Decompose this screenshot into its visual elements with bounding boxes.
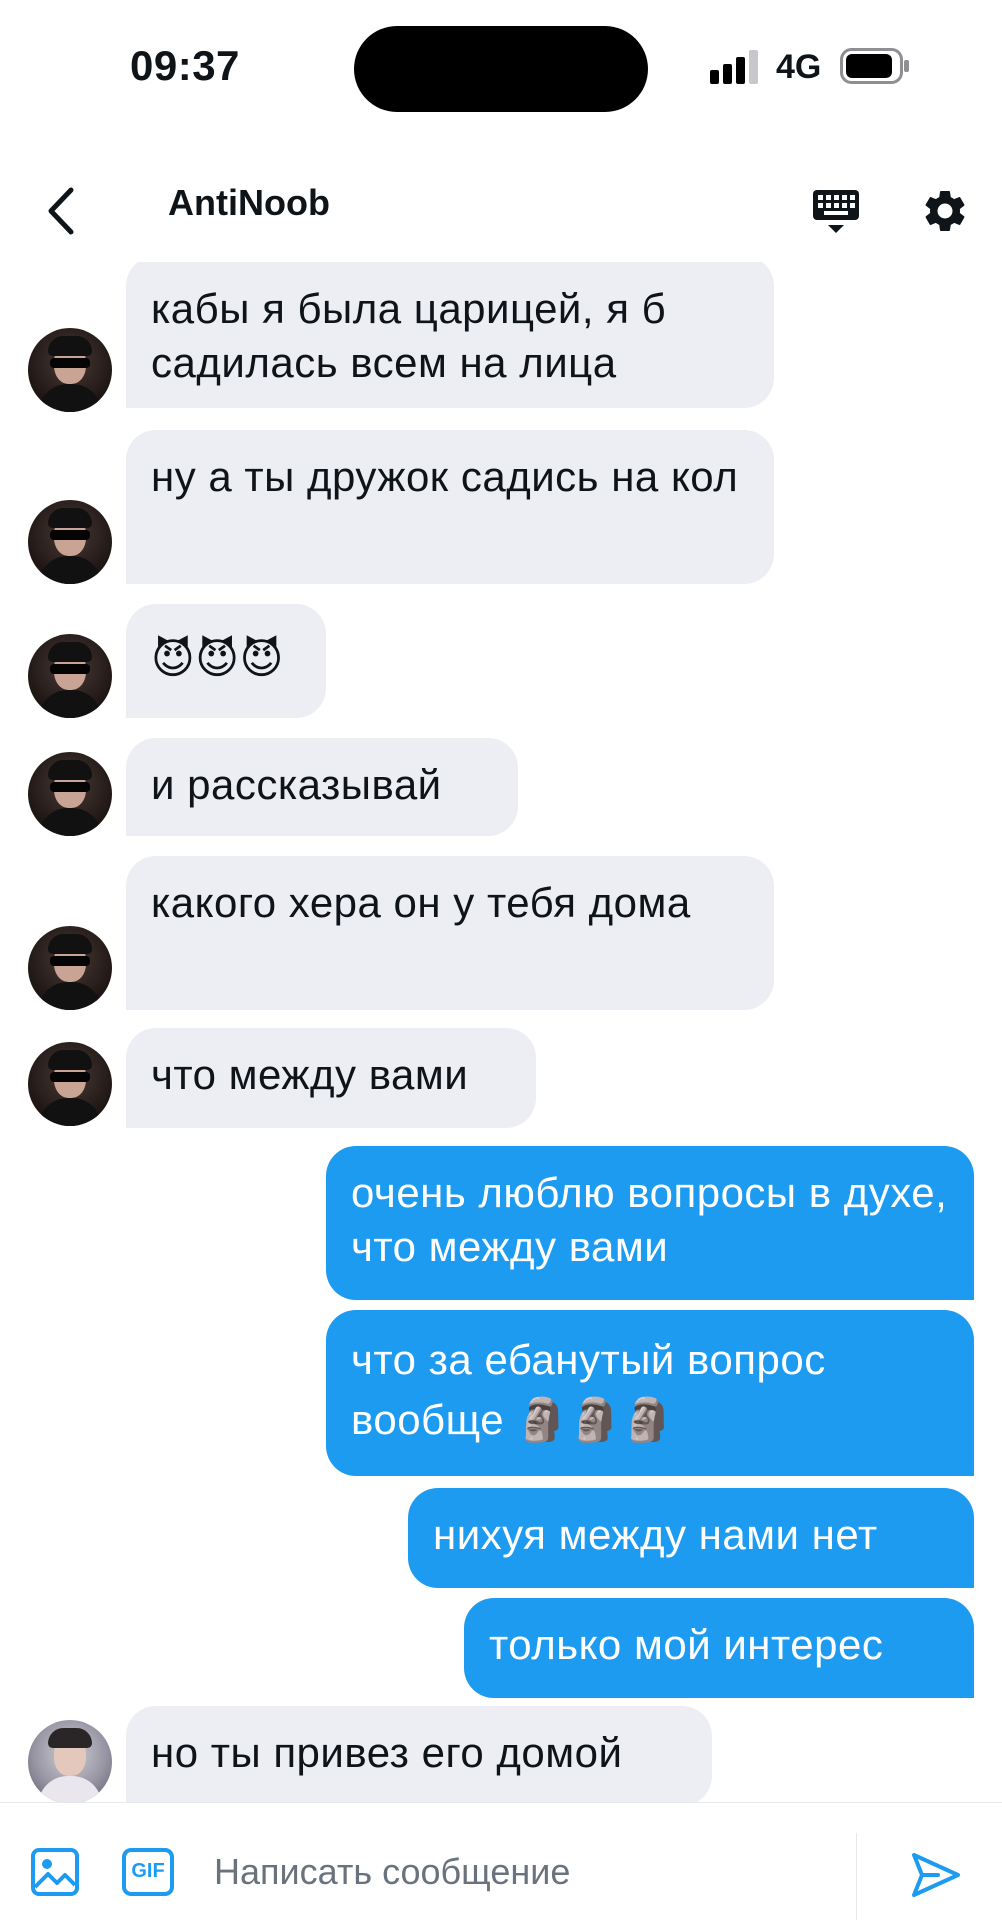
keyboard-icon xyxy=(813,190,859,233)
message-input[interactable] xyxy=(214,1839,844,1905)
chat-title[interactable]: AntiNoob xyxy=(168,182,330,224)
message-bubble[interactable]: ну а ты дружок садись на кол xyxy=(126,430,774,584)
avatar[interactable] xyxy=(28,752,112,836)
signal-icon xyxy=(710,50,758,84)
keyboard-button[interactable] xyxy=(806,176,866,246)
back-button[interactable] xyxy=(30,176,90,246)
gif-button[interactable]: GIF xyxy=(122,1847,174,1897)
settings-button[interactable] xyxy=(914,176,976,246)
message-bubble[interactable]: но ты привез его домой xyxy=(126,1706,712,1802)
message-incoming: кабы я была царицей, я б садилась всем н… xyxy=(0,262,1002,412)
message-list[interactable]: кабы я была царицей, я б садилась всем н… xyxy=(0,262,1002,1802)
message-incoming: 😈😈😈 xyxy=(0,604,1002,720)
composer-divider xyxy=(856,1833,857,1920)
status-time: 09:37 xyxy=(130,42,240,89)
battery-icon xyxy=(840,48,909,84)
avatar[interactable] xyxy=(28,926,112,1010)
image-icon[interactable] xyxy=(30,1847,80,1897)
message-bubble[interactable]: и рассказывай xyxy=(126,738,518,836)
message-bubble[interactable]: 😈😈😈 xyxy=(126,604,326,718)
message-outgoing: что за ебанутый вопрос вообще 🗿🗿🗿 xyxy=(326,1310,974,1476)
message-incoming: что между вами xyxy=(0,1028,1002,1128)
avatar[interactable] xyxy=(28,328,112,412)
message-incoming: но ты привез его домой xyxy=(0,1706,1002,1802)
message-bubble[interactable]: очень люблю вопросы в духе, что между ва… xyxy=(326,1146,974,1300)
message-bubble[interactable]: кабы я была царицей, я б садилась всем н… xyxy=(126,262,774,408)
message-bubble[interactable]: что за ебанутый вопрос вообще 🗿🗿🗿 xyxy=(326,1310,974,1476)
avatar[interactable] xyxy=(28,500,112,584)
avatar[interactable] xyxy=(28,1720,112,1802)
message-bubble[interactable]: только мой интерес xyxy=(464,1598,974,1698)
dynamic-island xyxy=(354,26,648,112)
message-outgoing: очень люблю вопросы в духе, что между ва… xyxy=(326,1146,974,1300)
chat-header: AntiNoob xyxy=(0,160,1002,260)
message-outgoing: нихуя между нами нет xyxy=(408,1488,974,1588)
avatar[interactable] xyxy=(28,1042,112,1126)
gear-icon xyxy=(925,190,965,231)
message-bubble[interactable]: какого хера он у тебя дома xyxy=(126,856,774,1010)
back-arrow-icon xyxy=(48,187,74,235)
gif-label: GIF xyxy=(131,1860,165,1882)
message-bubble[interactable]: нихуя между нами нет xyxy=(408,1488,974,1588)
message-bubble[interactable]: что между вами xyxy=(126,1028,536,1128)
avatar[interactable] xyxy=(28,634,112,718)
message-composer: GIF xyxy=(0,1802,1002,1920)
message-outgoing: только мой интерес xyxy=(464,1598,974,1698)
network-type: 4G xyxy=(776,48,822,86)
message-incoming: ну а ты дружок садись на кол xyxy=(0,430,1002,586)
status-bar: 09:37 4G xyxy=(0,0,1002,140)
message-incoming: и рассказывай xyxy=(0,738,1002,838)
send-icon[interactable] xyxy=(908,1847,964,1903)
message-incoming: какого хера он у тебя дома xyxy=(0,856,1002,1012)
